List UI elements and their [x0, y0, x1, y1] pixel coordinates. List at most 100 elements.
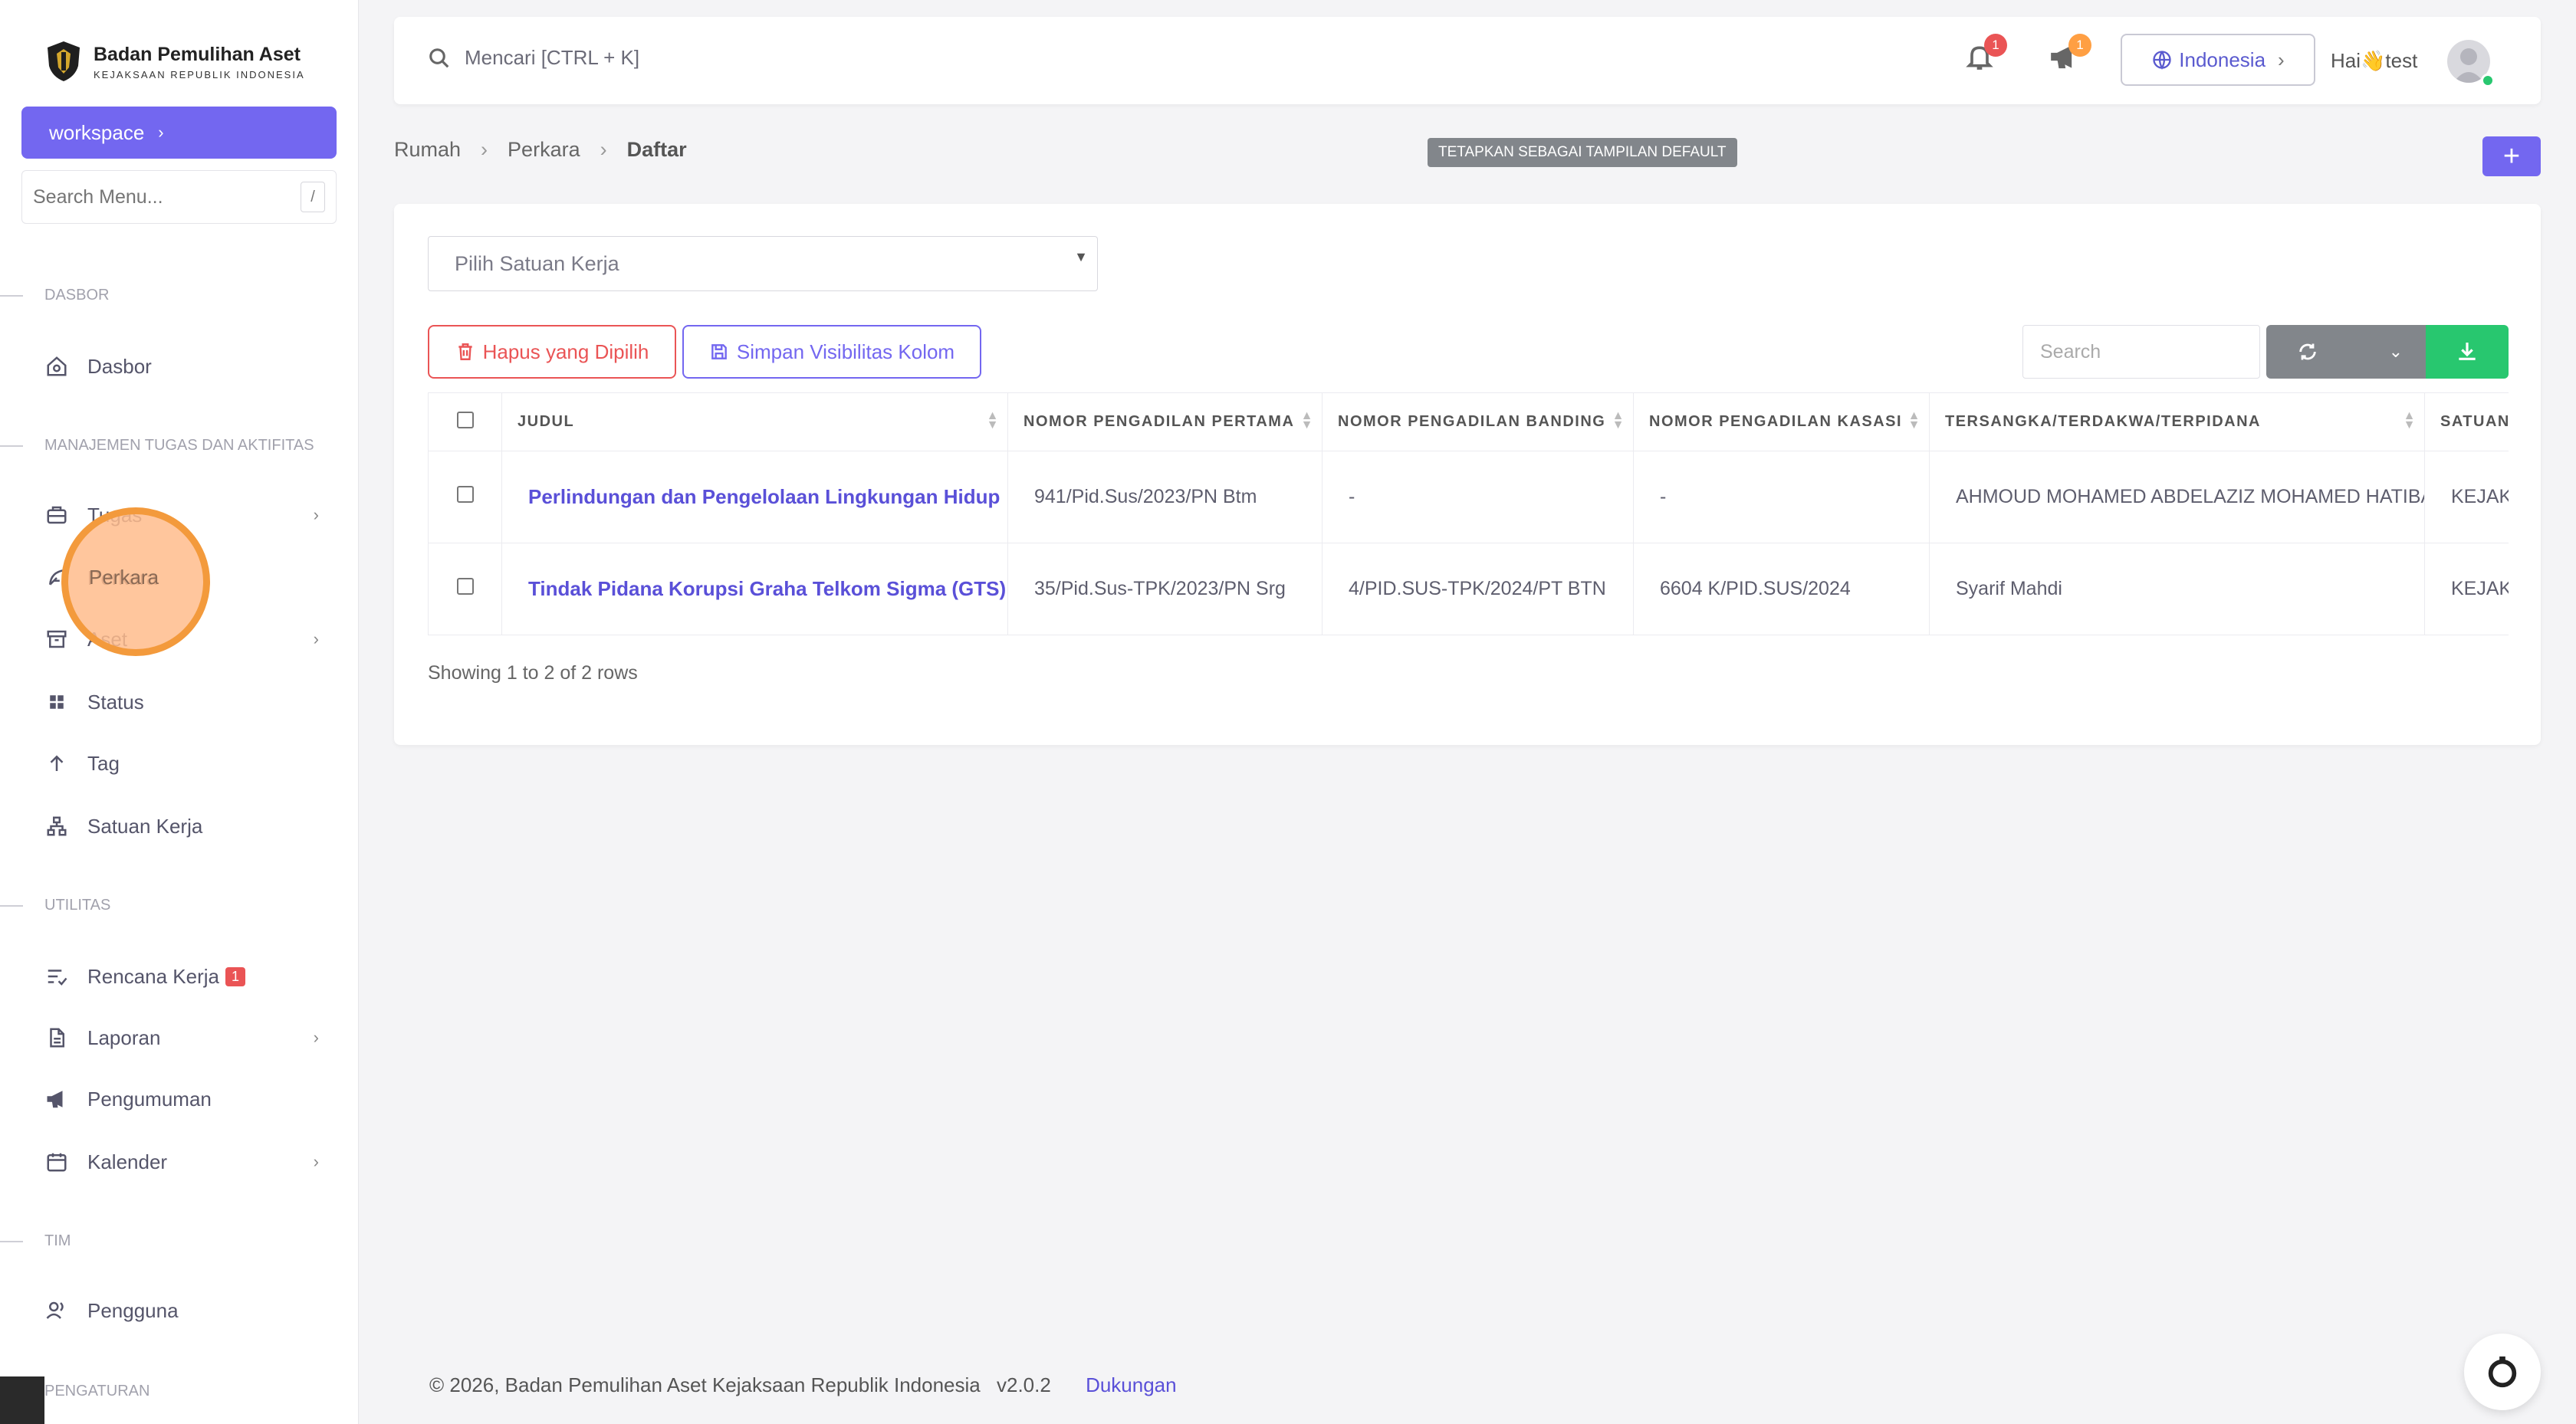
- sidebar-item-label: Laporan: [87, 1025, 161, 1049]
- sidebar-item-dasbor[interactable]: Dasbor: [43, 343, 319, 389]
- column-header-satuan[interactable]: SATUAN: [2424, 392, 2509, 451]
- briefcase-icon: [43, 501, 71, 529]
- user-greeting: Hai👋test: [2331, 49, 2418, 72]
- sidebar-item-pengguna[interactable]: Pengguna: [43, 1288, 319, 1334]
- delete-selected-label: Hapus yang Dipilih: [482, 340, 649, 363]
- refresh-button[interactable]: ⌄: [2266, 325, 2426, 379]
- table-row[interactable]: Tindak Pidana Korupsi Graha Telkom Sigma…: [428, 543, 2509, 635]
- column-header-label: JUDUL: [518, 413, 575, 430]
- sidebar-item-status[interactable]: Status: [43, 679, 319, 725]
- table-row[interactable]: Perlindungan dan Pengelolaan Lingkungan …: [428, 451, 2509, 543]
- column-header-banding[interactable]: NOMOR PENGADILAN BANDING ▲ ▼: [1322, 392, 1634, 451]
- cell-banding: -: [1322, 451, 1634, 543]
- workspace-button[interactable]: workspace ›: [21, 107, 337, 159]
- case-title-link[interactable]: Perlindungan dan Pengelolaan Lingkungan …: [528, 485, 1000, 508]
- column-header-pertama[interactable]: NOMOR PENGADILAN PERTAMA ▲ ▼: [1007, 392, 1322, 451]
- column-header-label: TERSANGKA/TERDAKWA/TERPIDANA: [1945, 413, 2261, 430]
- save-column-visibility-button[interactable]: Simpan Visibilitas Kolom: [682, 325, 981, 379]
- chevron-right-icon: ›: [2278, 48, 2285, 71]
- hierarchy-icon: [43, 812, 71, 840]
- save-column-visibility-label: Simpan Visibilitas Kolom: [736, 340, 955, 363]
- search-icon: [429, 48, 449, 67]
- delete-selected-button[interactable]: Hapus yang Dipilih: [428, 325, 676, 379]
- global-search[interactable]: Mencari [CTRL + K]: [428, 46, 639, 70]
- column-header-kasasi[interactable]: NOMOR PENGADILAN KASASI ▲ ▼: [1633, 392, 1930, 451]
- row-checkbox[interactable]: [456, 486, 474, 503]
- notifications-count: 1: [1984, 34, 2007, 57]
- stopwatch-icon: [2488, 1356, 2517, 1388]
- sidebar-item-pengumuman[interactable]: Pengumuman: [43, 1076, 319, 1122]
- row-checkbox-cell: [428, 543, 502, 635]
- footer-version: v2.0.2: [997, 1373, 1051, 1396]
- perkara-table: JUDUL ▲ ▼ NOMOR PENGADILAN PERTAMA ▲ ▼ NOMOR…: [428, 392, 2509, 642]
- column-header-label: NOMOR PENGADILAN KASASI: [1649, 413, 1903, 430]
- column-header-tersangka[interactable]: TERSANGKA/TERDAKWA/TERPIDANA ▲ ▼: [1929, 392, 2425, 451]
- home-icon: [43, 353, 71, 380]
- satuan-kerja-select[interactable]: Pilih Satuan Kerja ▼: [428, 236, 1098, 291]
- sidebar-item-label: Dasbor: [87, 354, 152, 378]
- cell-kasasi: -: [1633, 451, 1930, 543]
- select-all-checkbox[interactable]: [456, 411, 474, 428]
- chevron-right-icon: ›: [600, 138, 607, 161]
- breadcrumb-home[interactable]: Rumah: [394, 138, 461, 162]
- cell-banding: 4/PID.SUS-TPK/2024/PT BTN: [1322, 543, 1634, 635]
- section-dasbor: DASBOR: [0, 287, 109, 304]
- row-checkbox[interactable]: [456, 578, 474, 595]
- breadcrumb-current: Daftar: [626, 138, 687, 161]
- arrow-up-icon: [43, 750, 71, 777]
- grid-icon: [43, 688, 71, 716]
- sidebar-item-label: Rencana Kerja: [87, 964, 219, 988]
- set-default-view-button[interactable]: TETAPKAN SEBAGAI TAMPILAN DEFAULT: [1428, 138, 1737, 167]
- sort-icon: ▲ ▼: [1907, 409, 1921, 431]
- save-icon: [711, 344, 727, 359]
- sidebar-item-rencana-kerja[interactable]: Rencana Kerja 1: [43, 953, 319, 999]
- footer-copyright: © 2026, Badan Pemulihan Aset Kejaksaan R…: [429, 1373, 981, 1396]
- section-tim: TIM: [0, 1232, 71, 1250]
- sidebar-item-laporan[interactable]: Laporan ›: [43, 1015, 319, 1061]
- sort-icon: ▲ ▼: [2403, 409, 2417, 431]
- cell-satuan: KEJAK: [2424, 543, 2509, 635]
- column-header-judul[interactable]: JUDUL ▲ ▼: [501, 392, 1008, 451]
- sidebar-item-perkara-overlay-label: Perkara: [89, 566, 159, 589]
- brand[interactable]: Badan Pemulihan Aset KEJAKSAAN REPUBLIK …: [44, 40, 305, 83]
- chevron-right-icon: ›: [313, 629, 319, 648]
- search-menu-box: /: [21, 170, 337, 224]
- sidebar-item-label: Satuan Kerja: [87, 814, 203, 838]
- sidebar-item-kalender[interactable]: Kalender ›: [43, 1139, 319, 1185]
- plus-icon: +: [2502, 139, 2521, 172]
- timer-fab-button[interactable]: [2464, 1334, 2541, 1410]
- column-header-label: NOMOR PENGADILAN PERTAMA: [1024, 413, 1295, 430]
- sidebar-item-tag[interactable]: Tag: [43, 740, 319, 786]
- language-label: Indonesia: [2179, 48, 2266, 71]
- cell-kasasi: 6604 K/PID.SUS/2024: [1633, 543, 1930, 635]
- sidebar-item-label: Pengumuman: [87, 1087, 212, 1111]
- case-title-link[interactable]: Tindak Pidana Korupsi Graha Telkom Sigma…: [528, 577, 1006, 600]
- column-header-label: SATUAN: [2440, 413, 2509, 430]
- support-link[interactable]: Dukungan: [1086, 1373, 1177, 1396]
- chevron-right-icon: ›: [313, 505, 319, 524]
- brand-subtitle: KEJAKSAAN REPUBLIK INDONESIA: [94, 68, 305, 80]
- chevron-down-icon[interactable]: ⌄: [2389, 342, 2403, 362]
- notifications-button[interactable]: 1: [1964, 34, 2007, 78]
- search-menu-input[interactable]: [33, 185, 301, 208]
- add-button[interactable]: +: [2482, 136, 2541, 176]
- document-icon: [43, 1024, 71, 1052]
- chevron-right-icon: ›: [313, 1152, 319, 1171]
- language-selector[interactable]: Indonesia ›: [2121, 34, 2315, 86]
- announcements-button[interactable]: 1: [2049, 34, 2091, 78]
- sidebar: Badan Pemulihan Aset KEJAKSAAN REPUBLIK …: [0, 0, 359, 1424]
- cell-tersangka: AHMOUD MOHAMED ABDELAZIZ MOHAMED HATIBA: [1929, 451, 2425, 543]
- breadcrumb: Rumah › Perkara › Daftar: [394, 138, 687, 162]
- export-button[interactable]: [2426, 325, 2509, 379]
- framework-logo-icon: [0, 1376, 44, 1424]
- kejaksaan-logo-icon: [48, 41, 80, 81]
- brand-title: Badan Pemulihan Aset: [94, 43, 301, 65]
- breadcrumb-parent[interactable]: Perkara: [508, 138, 580, 162]
- chevron-right-icon: ›: [481, 138, 488, 161]
- list-check-icon: [43, 963, 71, 990]
- sidebar-item-label: Pengguna: [87, 1298, 179, 1322]
- cell-pertama: 941/Pid.Sus/2023/PN Btm: [1007, 451, 1322, 543]
- table-search-input[interactable]: Search: [2022, 325, 2260, 379]
- cell-pertama: 35/Pid.Sus-TPK/2023/PN Srg: [1007, 543, 1322, 635]
- sidebar-item-satuan-kerja[interactable]: Satuan Kerja: [43, 803, 319, 849]
